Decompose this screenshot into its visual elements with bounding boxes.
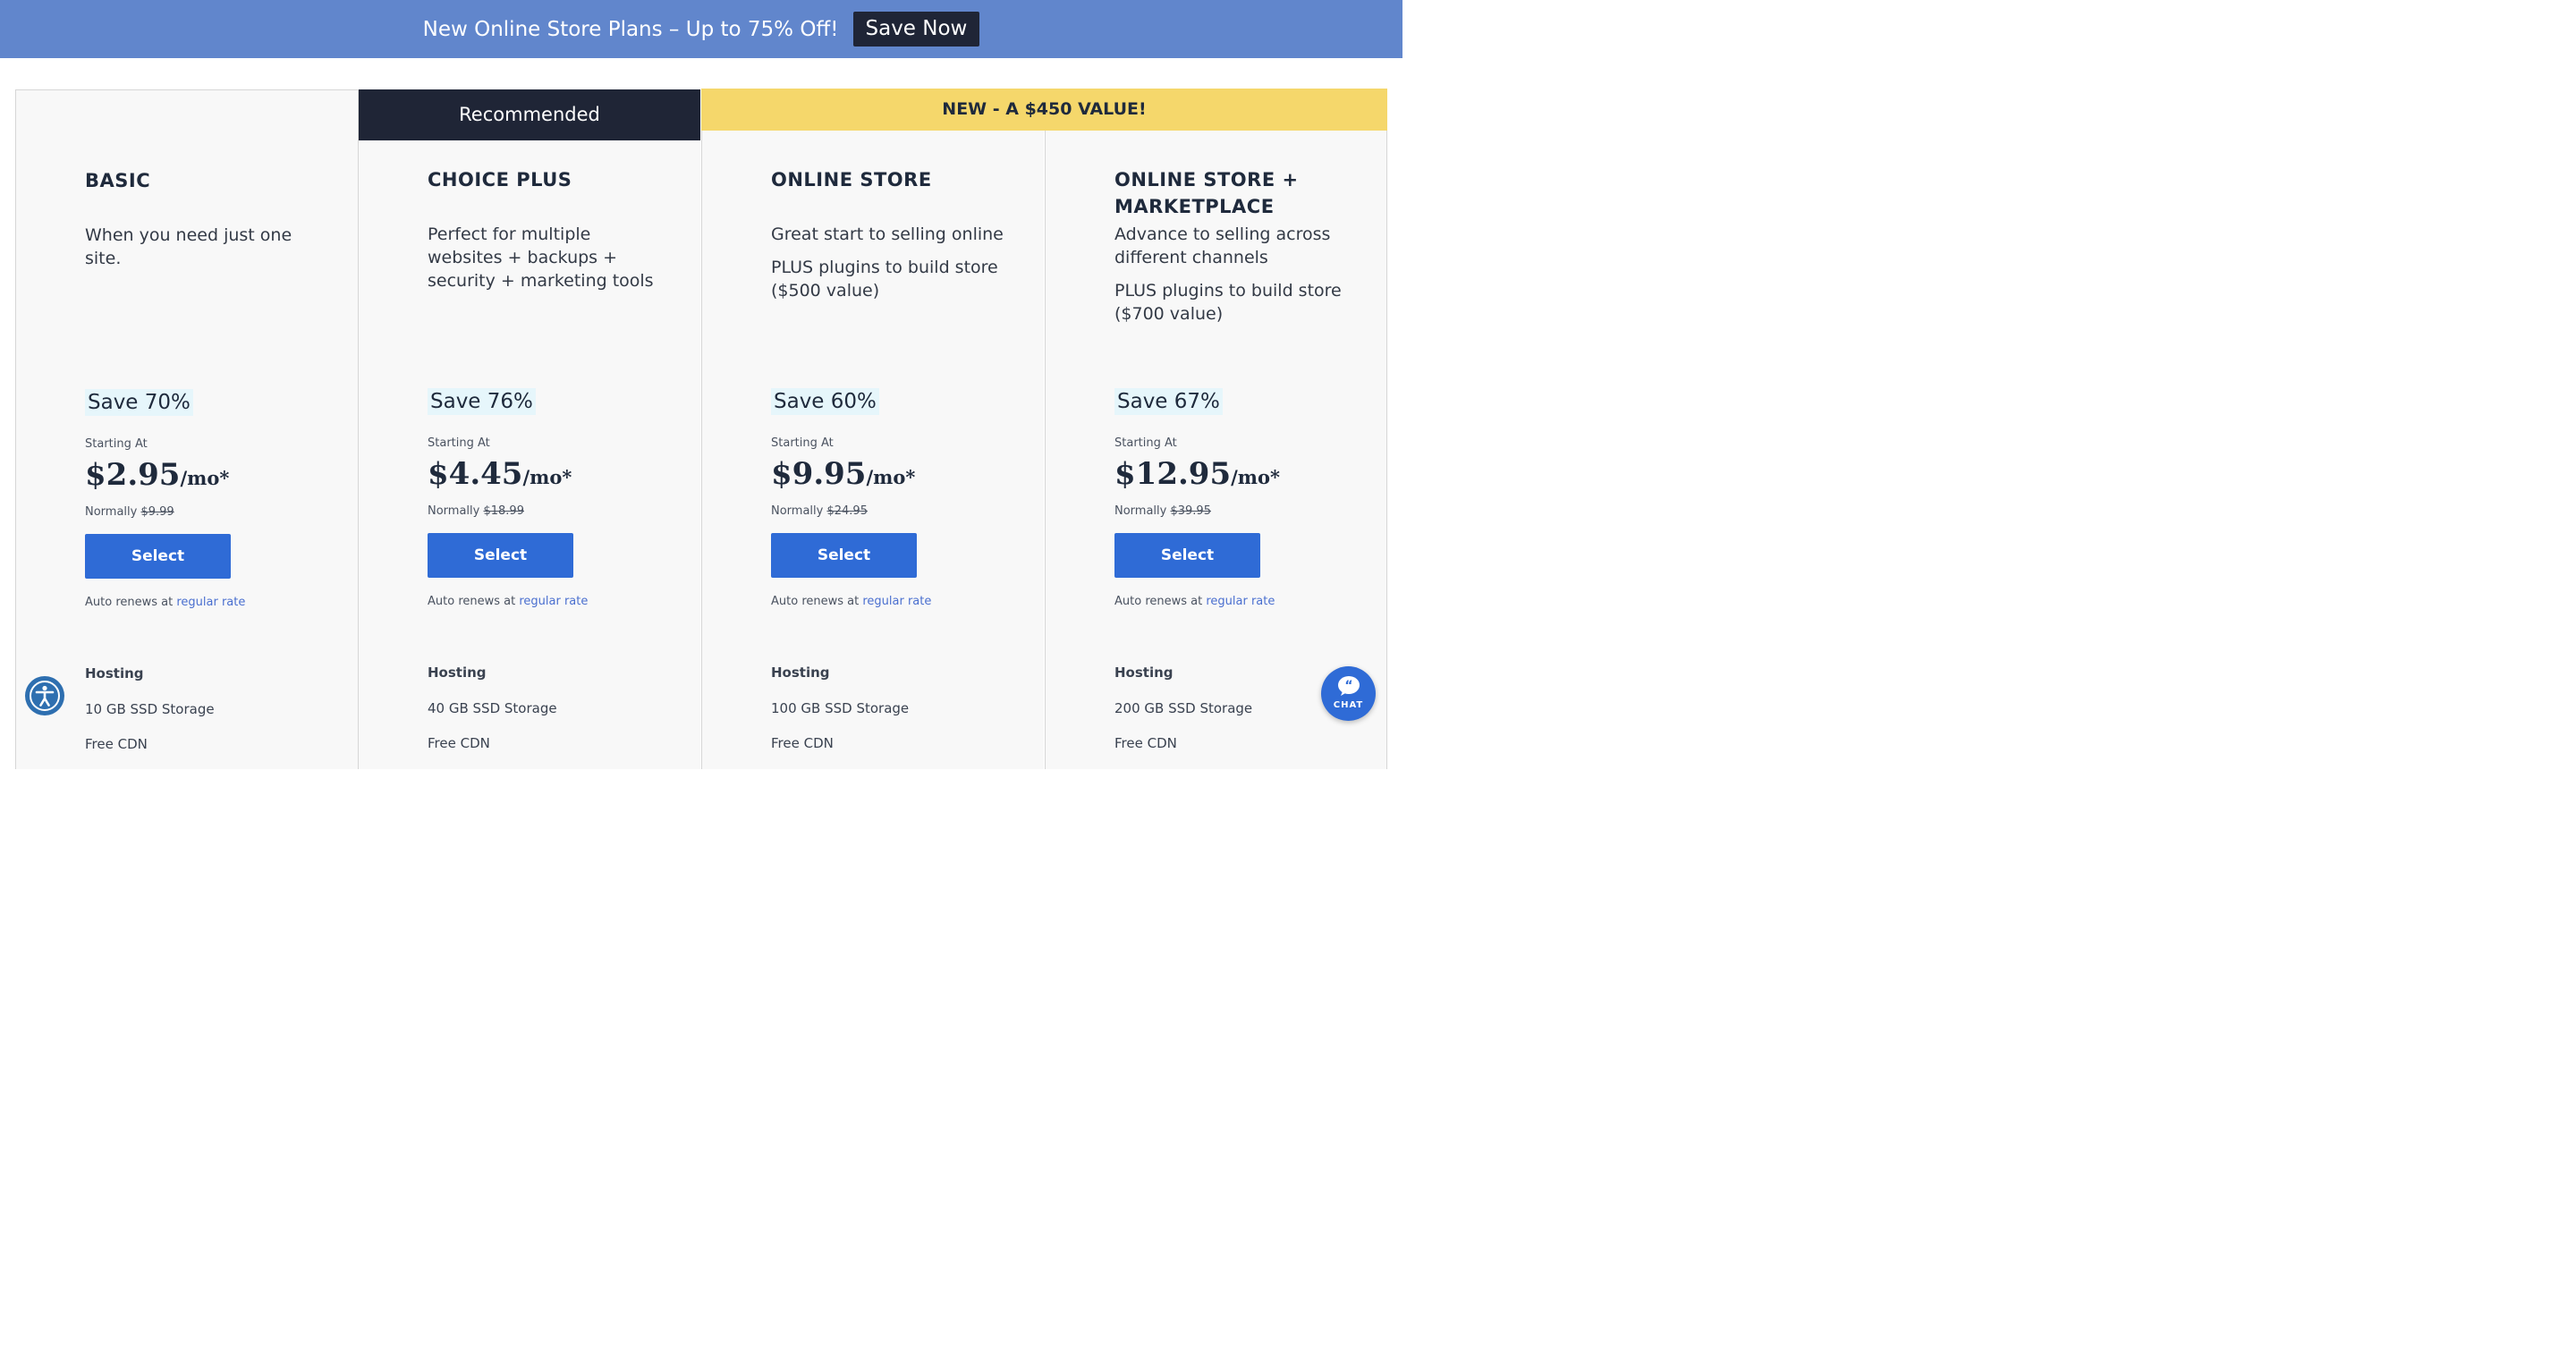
- auto-renew-note: Auto renews at regular rate: [428, 595, 588, 608]
- feature-heading-hosting: Hosting: [428, 665, 487, 681]
- price-unit: /mo*: [522, 466, 572, 488]
- plan-description-line: PLUS plugins to build store ($700 value): [1114, 281, 1342, 324]
- chat-bubble-icon: “: [1338, 676, 1360, 696]
- normal-price: Normally $39.95: [1114, 504, 1211, 518]
- plan-description-line: Great start to selling online: [771, 224, 1004, 244]
- auto-renew-text: Auto renews at: [771, 595, 860, 608]
- price-amount: $12.95: [1114, 456, 1232, 492]
- starting-at-label: Starting At: [428, 436, 490, 450]
- feature-cdn: Free CDN: [428, 735, 490, 751]
- auto-renew-note: Auto renews at regular rate: [771, 595, 931, 608]
- plan-description-line: When you need just one site.: [85, 225, 292, 268]
- regular-rate-link[interactable]: regular rate: [176, 596, 245, 609]
- regular-rate-link[interactable]: regular rate: [862, 595, 931, 608]
- starting-at-label: Starting At: [85, 437, 148, 451]
- price-unit: /mo*: [866, 466, 916, 488]
- normal-price-value: $9.99: [140, 505, 174, 519]
- plan-description: When you need just one site.: [85, 224, 318, 280]
- plan-price: $4.45/mo*: [428, 456, 572, 492]
- save-badge: Save 67%: [1114, 388, 1223, 415]
- normal-price-value: $39.95: [1170, 504, 1211, 518]
- plan-name: CHOICE PLUS: [428, 169, 572, 190]
- banner-text: New Online Store Plans – Up to 75% Off!: [422, 17, 839, 41]
- plan-column-online-store: ONLINE STORE Great start to selling onli…: [701, 89, 1044, 769]
- accessibility-icon: [30, 681, 60, 711]
- normal-price-value: $24.95: [826, 504, 868, 518]
- plan-column-basic: BASIC When you need just one site. Save …: [15, 89, 358, 769]
- feature-heading-hosting: Hosting: [85, 665, 144, 682]
- plan-description-line: Advance to selling across different chan…: [1114, 224, 1331, 267]
- normally-label: Normally: [85, 505, 138, 519]
- price-unit: /mo*: [180, 467, 230, 489]
- plan-column-online-store-marketplace: ONLINE STORE + MARKETPLACE Advance to se…: [1045, 89, 1387, 769]
- auto-renew-note: Auto renews at regular rate: [1114, 595, 1275, 608]
- feature-heading-hosting: Hosting: [1114, 665, 1174, 681]
- auto-renew-text: Auto renews at: [428, 595, 516, 608]
- feature-heading-hosting: Hosting: [771, 665, 830, 681]
- normal-price: Normally $9.99: [85, 505, 174, 519]
- starting-at-label: Starting At: [1114, 436, 1177, 450]
- plan-description-line: PLUS plugins to build store ($500 value): [771, 258, 998, 301]
- svg-text:“: “: [1344, 679, 1352, 693]
- feature-storage: 40 GB SSD Storage: [428, 700, 557, 716]
- select-online-store-marketplace-button[interactable]: Select: [1114, 533, 1260, 578]
- auto-renew-text: Auto renews at: [1114, 595, 1203, 608]
- recommended-header: Recommended: [359, 89, 700, 140]
- normal-price: Normally $24.95: [771, 504, 868, 518]
- plan-price: $9.95/mo*: [771, 456, 915, 492]
- normally-label: Normally: [428, 504, 480, 518]
- chat-button[interactable]: “ CHAT: [1321, 666, 1376, 721]
- plan-description: Great start to selling online PLUS plugi…: [771, 223, 1004, 312]
- feature-storage: 100 GB SSD Storage: [771, 700, 910, 716]
- normal-price: Normally $18.99: [428, 504, 524, 518]
- price-amount: $2.95: [85, 457, 181, 493]
- select-online-store-button[interactable]: Select: [771, 533, 917, 578]
- auto-renew-text: Auto renews at: [85, 596, 174, 609]
- save-badge: Save 60%: [771, 388, 879, 415]
- auto-renew-note: Auto renews at regular rate: [85, 596, 245, 609]
- plan-name: ONLINE STORE + MARKETPLACE: [1114, 169, 1299, 217]
- plan-column-choice-plus: CHOICE PLUS Perfect for multiple website…: [358, 89, 700, 769]
- price-unit: /mo*: [1231, 466, 1281, 488]
- regular-rate-link[interactable]: regular rate: [1206, 595, 1275, 608]
- save-badge: Save 70%: [85, 389, 193, 416]
- plan-name: BASIC: [85, 170, 151, 191]
- feature-cdn: Free CDN: [771, 735, 834, 751]
- price-amount: $4.45: [428, 456, 523, 492]
- starting-at-label: Starting At: [771, 436, 834, 450]
- save-now-button[interactable]: Save Now: [852, 12, 980, 47]
- select-choice-plus-button[interactable]: Select: [428, 533, 573, 578]
- price-amount: $9.95: [771, 456, 867, 492]
- promo-banner: New Online Store Plans – Up to 75% Off! …: [0, 0, 1402, 58]
- feature-cdn: Free CDN: [85, 736, 148, 752]
- normal-price-value: $18.99: [483, 504, 524, 518]
- save-badge: Save 76%: [428, 388, 536, 415]
- plan-name: ONLINE STORE: [771, 169, 932, 190]
- normally-label: Normally: [1114, 504, 1167, 518]
- plan-price: $12.95/mo*: [1114, 456, 1280, 492]
- new-value-header: NEW - A $450 VALUE!: [701, 89, 1387, 131]
- feature-storage: 10 GB SSD Storage: [85, 701, 215, 717]
- regular-rate-link[interactable]: regular rate: [519, 595, 588, 608]
- feature-storage: 200 GB SSD Storage: [1114, 700, 1253, 716]
- plan-price: $2.95/mo*: [85, 457, 229, 493]
- plan-description-line: Perfect for multiple websites + backups …: [428, 224, 654, 291]
- accessibility-button[interactable]: [25, 676, 64, 715]
- plan-description: Advance to selling across different chan…: [1114, 223, 1347, 335]
- plan-description: Perfect for multiple websites + backups …: [428, 223, 660, 302]
- chat-label: CHAT: [1333, 700, 1364, 710]
- feature-cdn: Free CDN: [1114, 735, 1177, 751]
- select-basic-button[interactable]: Select: [85, 534, 231, 579]
- normally-label: Normally: [771, 504, 824, 518]
